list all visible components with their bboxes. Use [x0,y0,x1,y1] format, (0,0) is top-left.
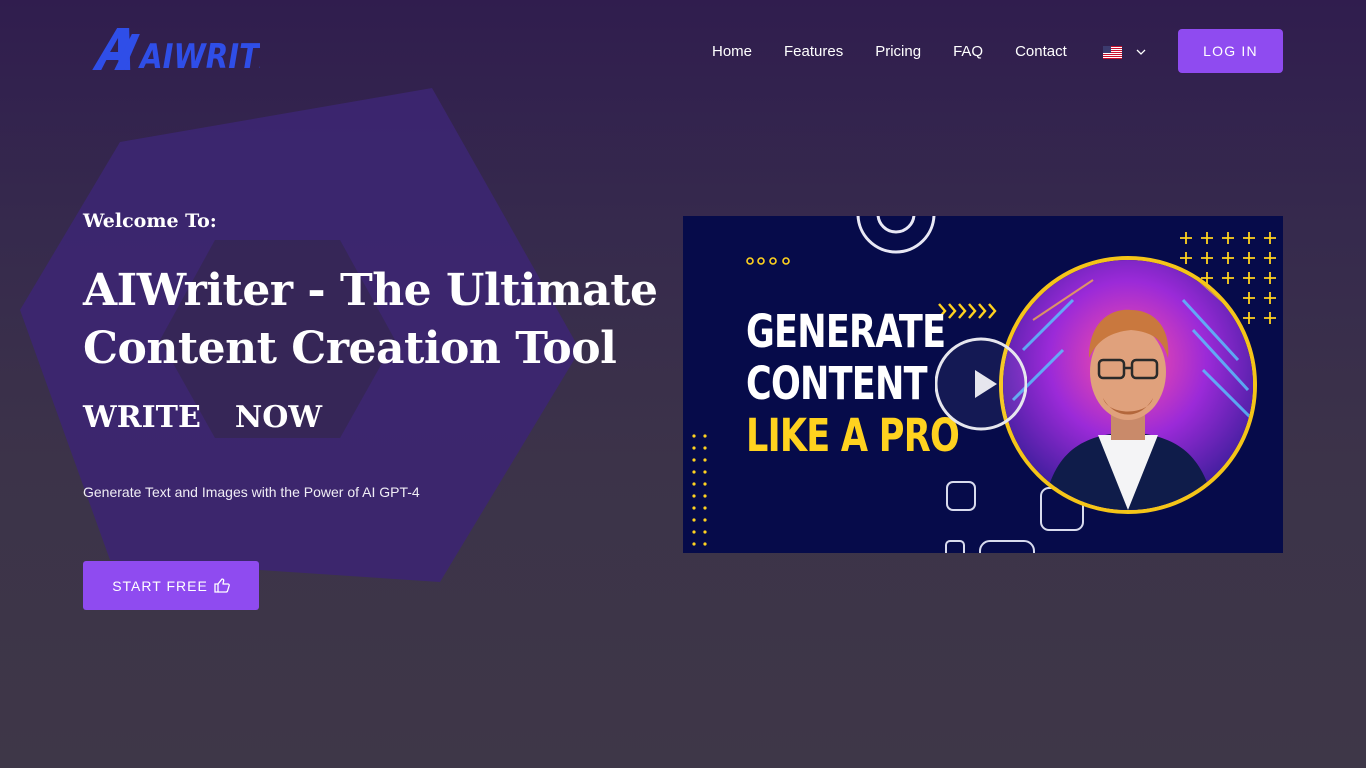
main-nav: Home Features Pricing FAQ Contact [712,42,1146,62]
nav-home[interactable]: Home [712,42,752,62]
hero-title: AIWriter - The Ultimate Content Creation… [83,265,658,374]
nav-features[interactable]: Features [784,42,843,62]
nav-faq[interactable]: FAQ [953,42,983,62]
aiwriter-logo[interactable]: AIWRITER [88,24,260,76]
video-headline-line-1: GENERATE [746,305,946,358]
language-selector[interactable] [1102,45,1146,59]
nav-contact[interactable]: Contact [1015,42,1067,62]
welcome-label: Welcome To: [83,210,217,232]
chevron-down-icon [1136,49,1146,55]
typed-words: WRITE NOW [83,398,322,438]
nav-pricing[interactable]: Pricing [875,42,921,62]
us-flag-icon [1102,45,1122,59]
typed-word-now: NOW [234,400,323,435]
video-headline-line-2: CONTENT [746,357,928,410]
start-free-button[interactable]: START FREE [83,561,259,610]
play-icon[interactable] [935,336,1027,432]
hero-subtitle: Generate Text and Images with the Power … [83,484,420,500]
login-button[interactable]: LOG IN [1178,29,1283,73]
logo-icon: AIWRITER [92,28,260,76]
presenter-portrait [999,256,1257,514]
start-free-label: START FREE [112,577,208,594]
video-headline: GENERATE CONTENT LIKE A PRO [746,305,960,462]
thumbs-up-icon [214,578,230,593]
promo-video[interactable]: GENERATE CONTENT LIKE A PRO [683,216,1283,553]
typed-word-write: WRITE [83,400,201,435]
video-headline-line-3: LIKE A PRO [746,409,960,462]
presenter-illustration [1003,260,1253,510]
svg-text:AIWRITER: AIWRITER [137,38,260,76]
